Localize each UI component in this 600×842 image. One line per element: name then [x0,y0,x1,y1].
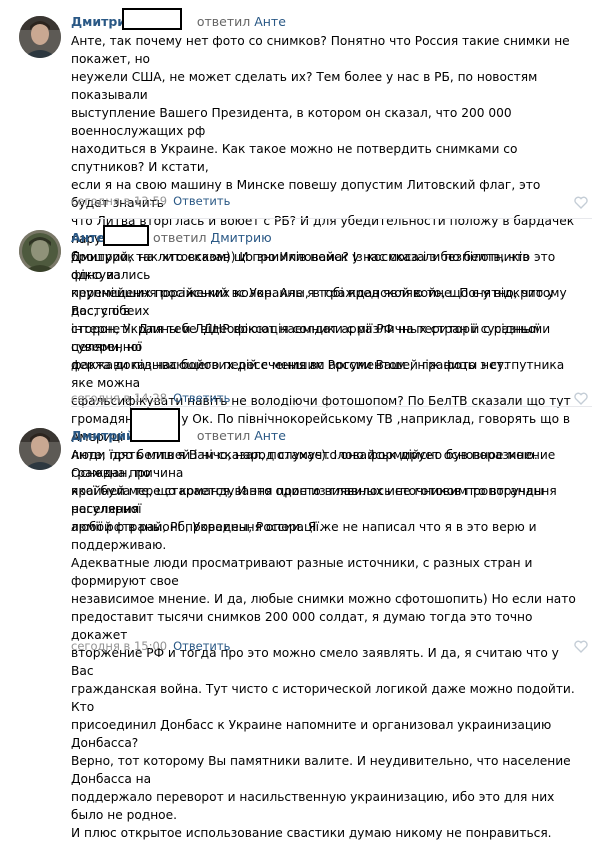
comment-header: Анте ответил Дмитрию [71,230,272,246]
author-name[interactable]: Анте [71,230,105,245]
reply-target[interactable]: Дмитрию [210,230,271,245]
reply-target[interactable]: Анте [254,428,286,443]
comment-meta: сегодня в 14:28 Ответить [71,390,230,406]
avatar[interactable] [19,230,61,272]
comment-1: Дмитрий ответил Анте Анте, так почему нет… [0,0,600,372]
like-icon[interactable] [574,196,588,209]
comment-meta: сегодня в 13:59 Ответить [71,193,230,209]
comment-3: Дмитрий ответил Анте Анте, про белтв я Ва… [0,408,600,840]
avatar-photo [19,230,61,272]
redaction-box [103,225,149,246]
comment-divider [71,218,592,219]
avatar[interactable] [19,16,61,58]
reply-word: ответил [196,14,251,29]
comment-time[interactable]: сегодня в 15:00 [71,639,167,653]
reply-target[interactable]: Анте [254,14,286,29]
avatar-photo [19,16,61,58]
comment-2: Анте ответил Дмитрию Дмитрий, так хто ска… [0,222,600,534]
redaction-box [130,408,180,442]
redaction-box [122,8,182,30]
reply-button[interactable]: Ответить [173,194,230,208]
comment-time[interactable]: сегодня в 13:59 [71,194,167,208]
comment-time[interactable]: сегодня в 14:28 [71,391,167,405]
reply-word: ответил [153,230,207,245]
reply-button[interactable]: Ответить [173,391,230,405]
reply-button[interactable]: Ответить [173,639,230,653]
avatar-photo [19,428,61,470]
like-icon[interactable] [574,392,588,405]
author-name[interactable]: Дмитрий [71,428,135,443]
comment-divider [71,406,592,407]
comment-meta: сегодня в 15:00 Ответить [71,638,230,654]
avatar[interactable] [19,428,61,470]
reply-word: ответил [196,428,251,443]
like-icon[interactable] [574,640,588,653]
